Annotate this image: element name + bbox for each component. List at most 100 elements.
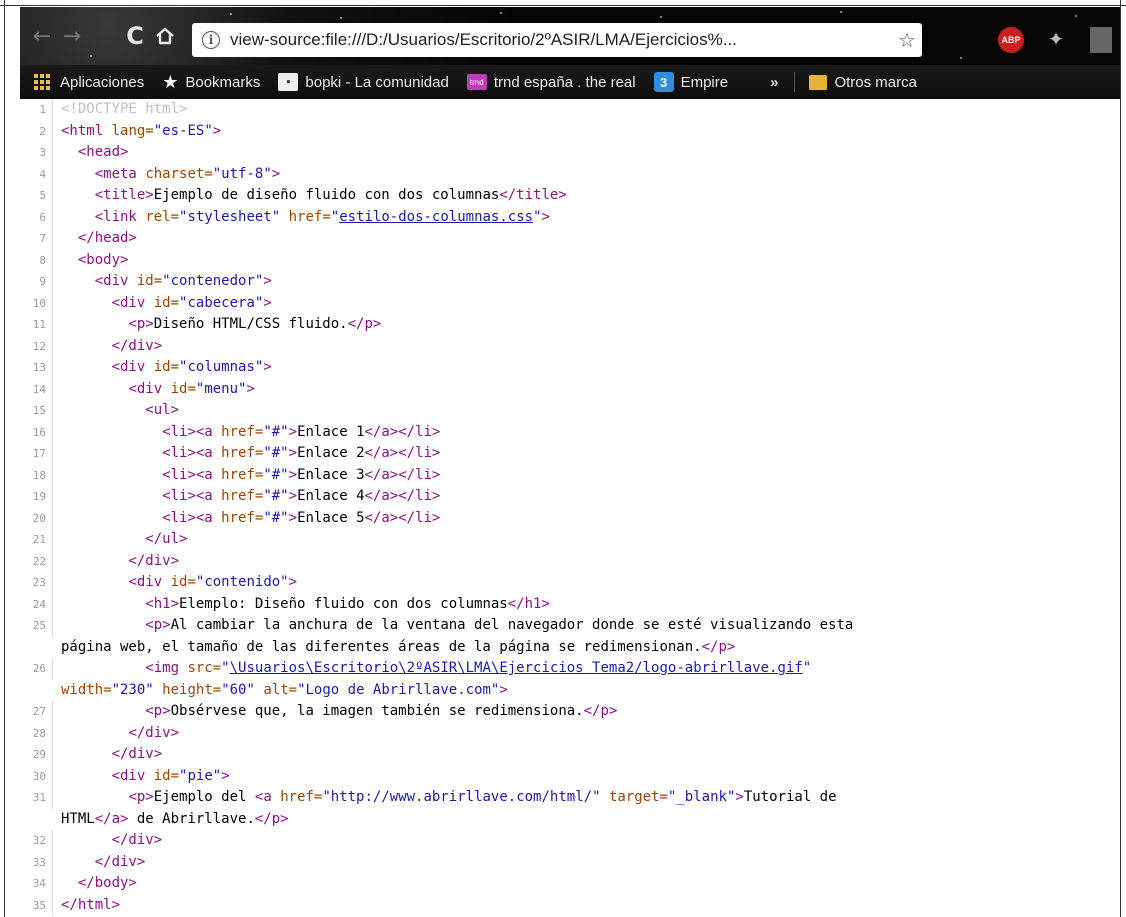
bookmark-star-icon[interactable]: ☆ xyxy=(892,28,922,52)
back-icon[interactable]: ← xyxy=(28,21,56,51)
source-line: 21 </ul> xyxy=(20,529,1120,551)
bookmark-label: Bookmarks xyxy=(185,73,261,91)
home-icon[interactable] xyxy=(150,21,180,51)
source-code-text: <li><a href="#">Enlace 1</a></li> xyxy=(162,423,441,440)
source-line: 14 <div id="menu"> xyxy=(20,378,1120,400)
source-link[interactable]: \Usuarios\Escritorio\2ºASIR\LMA\Ejercici… xyxy=(230,660,803,676)
bookmark-empire[interactable]: 3 Empire xyxy=(653,72,728,92)
forward-icon[interactable]: → xyxy=(58,21,86,51)
bookmark-label: Otros marca xyxy=(834,73,917,91)
folder-icon xyxy=(809,74,828,90)
line-number: 26 xyxy=(20,658,53,680)
source-code-text: <link rel="stylesheet" href="estilo-dos-… xyxy=(94,208,550,225)
line-number: 33 xyxy=(20,851,53,873)
line-number: 25 xyxy=(20,615,53,637)
source-line: 17 <li><a href="#">Enlace 2</a></li> xyxy=(20,443,1120,465)
browser-toolbar: ← → C i view-source:file:///D:/Usuarios/… xyxy=(20,7,1120,65)
source-line: 16 <li><a href="#">Enlace 1</a></li> xyxy=(20,421,1120,443)
url-text[interactable]: view-source:file:///D:/Usuarios/Escritor… xyxy=(230,30,892,50)
source-code-text: <div id="cabecera"> xyxy=(111,294,272,311)
document-left-border xyxy=(4,0,5,917)
line-number: 15 xyxy=(20,400,53,422)
line-number: 3 xyxy=(20,142,53,164)
source-code-text: <meta charset="utf-8"> xyxy=(94,165,281,182)
trnd-icon: trnd xyxy=(466,74,487,90)
line-number: 34 xyxy=(20,873,53,895)
source-code-text: <p>Obsérvese que, la imagen también se r… xyxy=(145,703,618,719)
bookmark-trnd[interactable]: trnd trnd españa . the real xyxy=(466,74,636,91)
source-code-text: </div> xyxy=(111,337,163,354)
line-number: 14 xyxy=(20,378,53,400)
line-number: 18 xyxy=(20,464,53,486)
bopki-icon: ▪ xyxy=(278,73,299,91)
line-number: 24 xyxy=(20,593,53,615)
dropbox-extension-icon[interactable]: ✦ xyxy=(1042,27,1070,53)
source-code-text: </html> xyxy=(61,896,121,913)
source-line: 33 </div> xyxy=(20,851,1120,873)
line-number: 23 xyxy=(20,572,53,594)
source-code-text: <img src="\Usuarios\Escritorio\2ºASIR\LM… xyxy=(61,660,812,698)
line-number: 8 xyxy=(20,249,53,271)
address-bar[interactable]: i view-source:file:///D:/Usuarios/Escrit… xyxy=(192,23,922,57)
line-number: 9 xyxy=(20,271,53,293)
empire-3-icon: 3 xyxy=(653,72,674,92)
source-code-text: <li><a href="#">Enlace 3</a></li> xyxy=(162,466,441,483)
source-code-text: <div id="contenido"> xyxy=(128,574,298,590)
bookmark-bookmarks[interactable]: ★ Bookmarks xyxy=(162,72,260,93)
bookmark-apps[interactable]: Aplicaciones xyxy=(20,74,144,91)
source-code-text: </div> xyxy=(94,853,146,870)
source-code-text: <!DOCTYPE html> xyxy=(61,101,188,117)
line-number: 35 xyxy=(20,894,53,916)
line-number: 32 xyxy=(20,830,53,852)
line-number: 19 xyxy=(20,486,53,508)
source-line: 7 </head> xyxy=(20,228,1120,250)
line-number: 29 xyxy=(20,744,53,766)
line-number: 20 xyxy=(20,507,53,529)
line-number: 16 xyxy=(20,421,53,443)
source-line: 9 <div id="contenedor"> xyxy=(20,271,1120,293)
bookmark-other-folder[interactable]: Otros marca xyxy=(809,74,917,91)
bookmark-bopki[interactable]: ▪ bopki - La comunidad xyxy=(278,73,449,91)
source-code-text: </div> xyxy=(128,724,180,741)
source-line: 2 <html lang="es-ES"> xyxy=(20,120,1120,142)
source-code-text: <p>Diseño HTML/CSS fluido.</p> xyxy=(128,316,382,332)
source-line: 20 <li><a href="#">Enlace 5</a></li> xyxy=(20,507,1120,529)
source-link[interactable]: estilo-dos-columnas.css xyxy=(339,209,533,225)
apps-grid-icon xyxy=(34,74,50,90)
source-line: 35 </html> xyxy=(20,894,1120,916)
source-line: 11 <p>Diseño HTML/CSS fluido.</p> xyxy=(20,314,1120,336)
line-number: 28 xyxy=(20,722,53,744)
source-code-text: <head> xyxy=(77,144,129,160)
line-number: 13 xyxy=(20,357,53,379)
source-line: 18 <li><a href="#">Enlace 3</a></li> xyxy=(20,464,1120,486)
source-code-text: <p>Al cambiar la anchura de la ventana d… xyxy=(61,617,854,655)
source-line: 23 <div id="contenido"> xyxy=(20,572,1120,594)
source-code-text: </body> xyxy=(77,875,137,891)
source-line: 30 <div id="pie"> xyxy=(20,765,1120,787)
more-bookmarks-chevron-icon[interactable]: » xyxy=(770,74,778,91)
adblock-extension-icon[interactable]: ABP xyxy=(998,27,1024,53)
line-number: 10 xyxy=(20,292,53,314)
line-number: 4 xyxy=(20,163,53,185)
line-number: 11 xyxy=(20,314,53,336)
line-number: 30 xyxy=(20,765,53,787)
source-line: 1 <!DOCTYPE html> xyxy=(20,99,1120,121)
source-code-text: </div> xyxy=(111,746,163,762)
source-line: 29 </div> xyxy=(20,744,1120,766)
source-code-text: <title>Ejemplo de diseño fluido con dos … xyxy=(94,187,567,203)
extension-icon[interactable] xyxy=(1090,27,1112,53)
source-line: 22 </div> xyxy=(20,550,1120,572)
line-number: 6 xyxy=(20,206,53,228)
line-number: 7 xyxy=(20,228,53,250)
source-line: 28 </div> xyxy=(20,722,1120,744)
bookmarks-separator xyxy=(794,72,796,92)
source-code-text: <div id="columnas"> xyxy=(111,359,272,375)
source-code-text: <div id="pie"> xyxy=(111,767,230,784)
source-line: 8 <body> xyxy=(20,249,1120,271)
reload-icon[interactable]: C xyxy=(120,21,150,51)
line-number: 21 xyxy=(20,529,53,551)
source-code-text: <li><a href="#">Enlace 4</a></li> xyxy=(162,488,441,504)
info-icon[interactable]: i xyxy=(202,31,220,49)
line-number: 12 xyxy=(20,335,53,357)
source-line: 6 <link rel="stylesheet" href="estilo-do… xyxy=(20,206,1120,228)
